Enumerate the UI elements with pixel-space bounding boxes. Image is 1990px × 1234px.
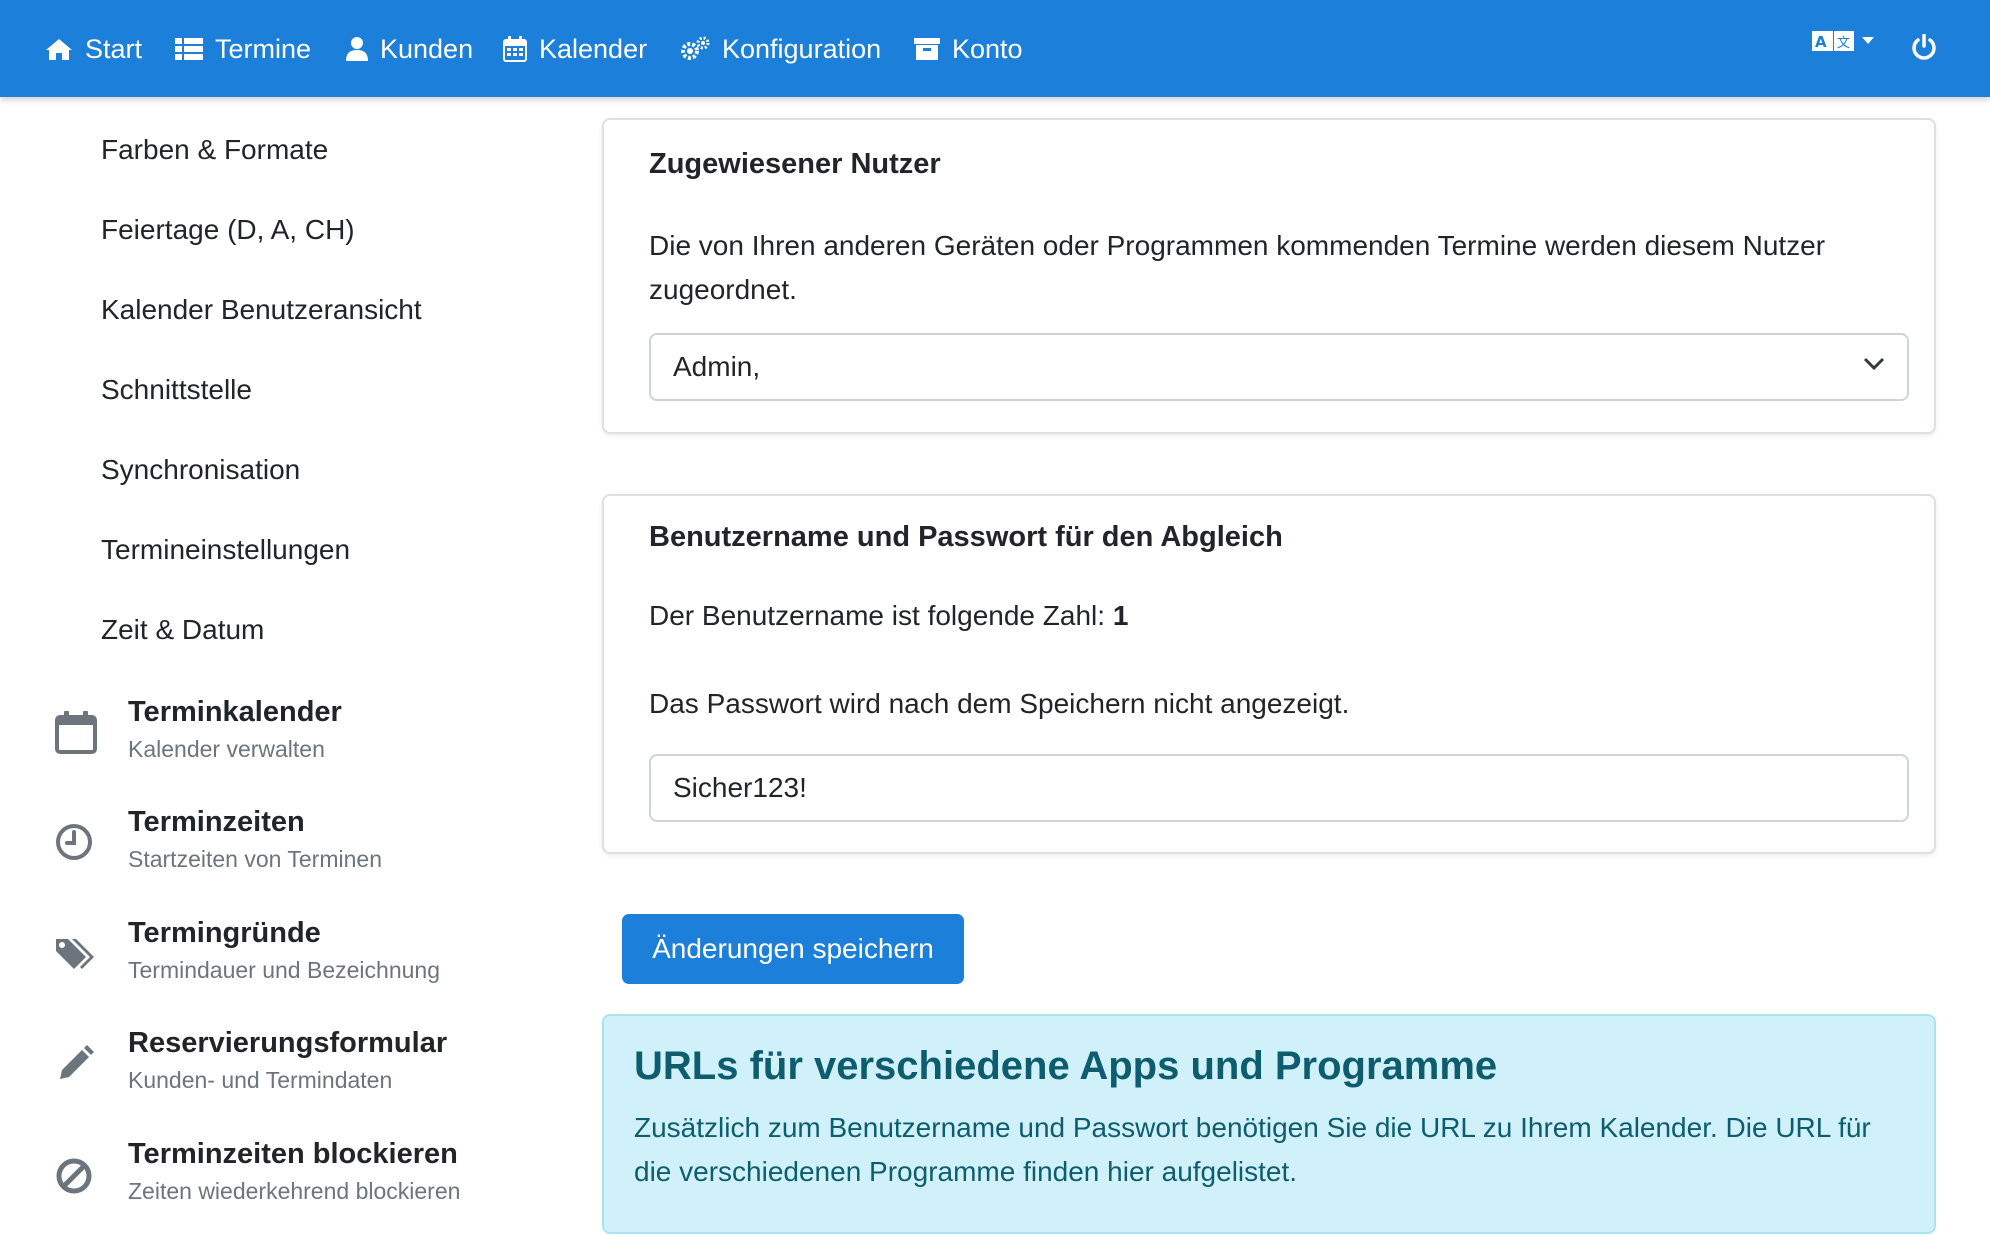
- assigned-user-select-value: Admin,: [673, 351, 761, 382]
- nav-konfiguration-label: Konfiguration: [722, 33, 882, 64]
- password-info-text: Das Passwort wird nach dem Speichern nic…: [649, 688, 1350, 719]
- sidebar-link-synchronisation[interactable]: Synchronisation: [101, 454, 300, 486]
- card-assigned-user: Zugewiesener Nutzer Die von Ihren andere…: [602, 118, 1936, 434]
- sidebar-entry-subtitle: Kunden- und Termindaten: [128, 1067, 393, 1093]
- sidebar-entry-termingruende[interactable]: Termingründe Termindauer und Bezeichnung: [52, 917, 512, 1013]
- nav-kalender-label: Kalender: [539, 33, 648, 64]
- urls-info-text: Zusätzlich zum Benutzername und Passwort…: [634, 1112, 1871, 1187]
- chevron-down-icon: [1863, 357, 1885, 371]
- sidebar-link-feiertage[interactable]: Feiertage (D, A, CH): [101, 214, 355, 246]
- card-assigned-user-title: Zugewiesener Nutzer: [649, 148, 941, 180]
- logout-button[interactable]: [1911, 34, 1937, 60]
- sidebar-entry-terminzeiten-blockieren[interactable]: Terminzeiten blockieren Zeiten wiederkeh…: [52, 1138, 512, 1234]
- svg-text:文: 文: [1837, 36, 1850, 51]
- user-icon: [346, 37, 368, 61]
- top-navbar: Start Termine Kunden Kalender Konfigurat…: [0, 0, 1990, 97]
- nav-kunden-label: Kunden: [380, 33, 474, 64]
- home-icon: [46, 39, 72, 60]
- sidebar-entry-title: Terminzeiten blockieren: [128, 1138, 458, 1170]
- nav-start[interactable]: Start: [45, 28, 142, 70]
- sidebar-entry-title: Reservierungsformular: [128, 1027, 448, 1059]
- nav-termine-label: Termine: [215, 33, 312, 64]
- save-changes-button[interactable]: Änderungen speichern: [622, 914, 964, 984]
- sidebar-entry-subtitle: Startzeiten von Terminen: [128, 846, 382, 872]
- svg-text:A: A: [1815, 33, 1827, 51]
- nav-konto-label: Konto: [952, 33, 1023, 64]
- sidebar-entry-title: Terminzeiten: [128, 806, 305, 838]
- archive-icon: [914, 38, 940, 60]
- ban-icon: [56, 1158, 92, 1194]
- username-info: Der Benutzername ist folgende Zahl: 1: [649, 594, 1899, 638]
- assigned-user-select[interactable]: Admin,: [649, 333, 1909, 401]
- nav-kunden[interactable]: Kunden: [346, 28, 473, 70]
- sidebar-entry-reservierungsformular[interactable]: Reservierungsformular Kunden- und Termin…: [52, 1027, 512, 1123]
- calendar-icon: [503, 36, 527, 62]
- caret-down-icon: [1862, 37, 1874, 44]
- password-input[interactable]: [649, 754, 1909, 822]
- sidebar-link-zeit-datum[interactable]: Zeit & Datum: [101, 614, 264, 646]
- urls-info-box: URLs für verschiedene Apps und Programme…: [602, 1014, 1936, 1234]
- sidebar-link-farben-formate[interactable]: Farben & Formate: [101, 134, 328, 166]
- sidebar-entry-title: Terminkalender: [128, 696, 342, 728]
- username-info-text: Der Benutzername ist folgende Zahl:: [649, 600, 1113, 631]
- language-icon: A文: [1812, 31, 1854, 51]
- pencil-icon: [60, 1045, 94, 1079]
- power-icon: [1912, 34, 1936, 60]
- nav-termine[interactable]: Termine: [175, 28, 311, 70]
- gears-icon: [681, 36, 710, 60]
- sidebar-entry-terminzeiten[interactable]: Terminzeiten Startzeiten von Terminen: [52, 806, 512, 902]
- tags-icon: [56, 939, 94, 969]
- card-credentials: Benutzername und Passwort für den Abglei…: [602, 494, 1936, 854]
- sidebar-link-schnittstelle[interactable]: Schnittstelle: [101, 374, 252, 406]
- sidebar-entry-subtitle: Termindauer und Bezeichnung: [128, 957, 440, 983]
- language-dropdown[interactable]: A文: [1812, 30, 1874, 52]
- sidebar-entry-terminkalender[interactable]: Terminkalender Kalender verwalten: [52, 696, 512, 792]
- sidebar-entry-subtitle: Kalender verwalten: [128, 736, 325, 762]
- calendar-icon: [55, 711, 97, 754]
- list-icon: [175, 38, 203, 60]
- nav-konfiguration[interactable]: Konfiguration: [680, 28, 881, 70]
- username-value: 1: [1112, 600, 1129, 631]
- urls-info-title: URLs für verschiedene Apps und Programme: [634, 1044, 1498, 1088]
- sidebar-entry-subtitle: Zeiten wiederkehrend blockieren: [128, 1178, 461, 1204]
- nav-kalender[interactable]: Kalender: [503, 28, 647, 70]
- card-credentials-title: Benutzername und Passwort für den Abglei…: [649, 521, 1283, 553]
- sidebar-entry-title: Termingründe: [128, 917, 321, 949]
- clock-icon: [56, 824, 92, 860]
- sidebar-link-kalender-benutzeransicht[interactable]: Kalender Benutzeransicht: [101, 294, 422, 326]
- sidebar-link-termineinstellungen[interactable]: Termineinstellungen: [101, 534, 350, 566]
- nav-start-label: Start: [85, 33, 143, 64]
- card-assigned-user-text: Die von Ihren anderen Geräten oder Progr…: [649, 230, 1826, 305]
- nav-konto[interactable]: Konto: [914, 28, 1023, 70]
